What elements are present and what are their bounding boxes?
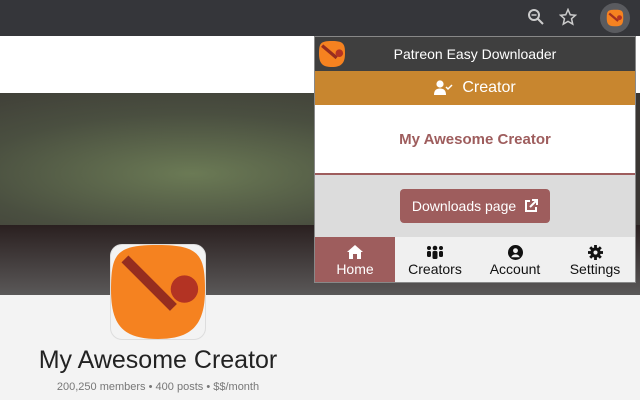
separator: • [206,381,211,393]
home-icon [347,243,363,261]
external-link-icon [525,199,539,212]
creator-title: My Awesome Creator [38,346,278,374]
creator-avatar [110,244,206,340]
members-count: 200,250 members [56,381,146,393]
gear-icon [587,243,603,261]
user-check-icon [434,80,453,95]
nav-label: Home [336,261,374,277]
downloads-button-label: Downloads page [411,198,517,214]
posts-count: 400 posts [155,381,204,393]
popup-header: Patreon Easy Downloader [315,37,635,71]
separator: • [148,381,153,393]
creator-stats: 200,250 members • 400 posts • $$/month [0,381,316,393]
extension-logo-icon [606,9,624,27]
price: $$/month [213,381,260,393]
popup-title: Patreon Easy Downloader [393,46,557,62]
nav-home[interactable]: Home [315,237,395,282]
nav-label: Settings [569,261,621,277]
popup-nav: Home Creators Account Settings [315,237,635,282]
zoom-icon[interactable] [526,8,546,28]
creator-section-header: Creator [315,71,635,105]
section-label: Creator [462,79,516,96]
app-logo-icon [319,41,345,67]
popup-creator-name: My Awesome Creator [315,105,635,175]
creator-logo-icon [111,245,205,339]
nav-label: Creators [408,261,462,277]
star-icon[interactable] [558,7,578,28]
nav-account[interactable]: Account [475,237,555,282]
nav-label: Account [489,261,541,277]
browser-toolbar [0,0,640,36]
extension-popup: Patreon Easy Downloader Creator My Aweso… [314,36,636,283]
downloads-page-button[interactable]: Downloads page [399,189,551,223]
nav-creators[interactable]: Creators [395,237,475,282]
account-icon [507,243,523,261]
users-icon [426,243,444,261]
nav-settings[interactable]: Settings [555,237,635,282]
extension-button[interactable] [600,3,630,33]
